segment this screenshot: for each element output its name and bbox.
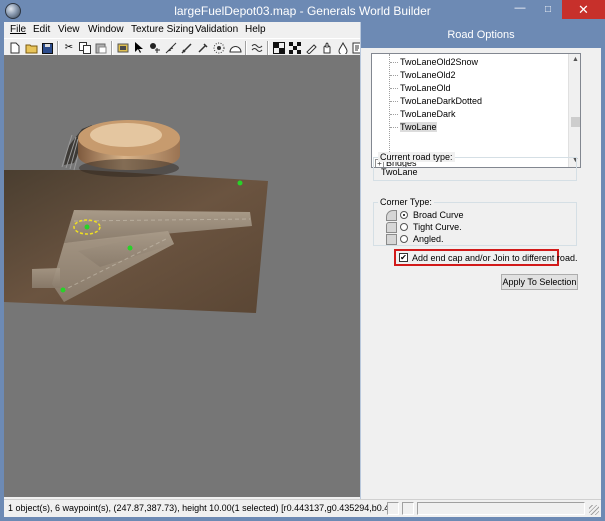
open-folder-icon[interactable]	[24, 41, 38, 55]
minimize-button[interactable]: —	[506, 0, 534, 19]
endcap-checkbox-highlight[interactable]: ✔ Add end cap and/or Join to different r…	[394, 249, 577, 266]
title-bar[interactable]: largeFuelDepot03.map - Generals World Bu…	[0, 0, 605, 22]
half-circle-tool-icon[interactable]	[228, 41, 242, 55]
tree-item-road[interactable]: TwoLaneDark	[390, 109, 456, 119]
new-file-icon[interactable]	[8, 41, 22, 55]
toolbar-separator	[57, 41, 59, 56]
main-window: largeFuelDepot03.map - Generals World Bu…	[0, 0, 605, 521]
tree-item-road[interactable]: TwoLaneDarkDotted	[390, 96, 482, 106]
brush-tool-icon[interactable]	[116, 41, 130, 55]
waypoint-tool-icon[interactable]	[148, 41, 162, 55]
paint-tool-icon[interactable]	[304, 41, 318, 55]
paste-icon[interactable]	[94, 41, 108, 55]
menu-validation[interactable]: Validation	[195, 24, 238, 35]
corner-type-group: Corner Type: Broad Curve Tight Curve. An…	[373, 197, 577, 246]
maximize-button[interactable]: □	[535, 0, 561, 19]
tree-item-road[interactable]: TwoLaneOld2Snow	[390, 57, 478, 67]
checker-tool-icon[interactable]	[272, 41, 286, 55]
copy-icon[interactable]	[78, 41, 92, 55]
waypoint-marker[interactable]	[237, 180, 243, 186]
eyedropper-tool-icon[interactable]	[196, 41, 210, 55]
waypoint-marker[interactable]	[60, 287, 66, 293]
tile-tool-icon[interactable]	[180, 41, 194, 55]
tree-guide-line	[389, 54, 390, 162]
road-type-tree[interactable]: TwoLaneOld2Snow TwoLaneOld2 TwoLaneOld T…	[371, 53, 581, 168]
waves-tool-icon[interactable]	[250, 41, 264, 55]
current-road-label: Current road type:	[378, 152, 455, 162]
resize-grip-icon[interactable]	[589, 505, 599, 515]
corner-type-label: Corner Type:	[378, 197, 434, 207]
tree-item-road[interactable]: TwoLaneOld2	[390, 70, 456, 80]
menu-help[interactable]: Help	[245, 24, 266, 35]
current-road-group: Current road type: TwoLane	[373, 152, 577, 181]
status-pane	[417, 502, 585, 515]
apply-to-selection-button[interactable]: Apply To Selection	[501, 274, 578, 290]
save-icon[interactable]	[40, 41, 54, 55]
mosaic-tool-icon[interactable]	[288, 41, 302, 55]
pointer-tool-icon[interactable]	[132, 41, 146, 55]
current-road-value: TwoLane	[381, 167, 418, 177]
tree-item-road-selected[interactable]: TwoLane	[390, 122, 437, 132]
tree-item-road[interactable]: TwoLaneOld	[390, 83, 451, 93]
tight-curve-icon	[386, 222, 397, 233]
broad-curve-icon	[386, 210, 397, 221]
menu-window[interactable]: Window	[88, 24, 124, 35]
road-spur	[32, 268, 60, 288]
scroll-up-arrow-icon[interactable]: ▲	[569, 54, 580, 66]
terrain-scene	[4, 120, 268, 313]
menu-bar: File Edit View Window Texture Sizing Val…	[4, 22, 360, 38]
drop-tool-icon[interactable]	[336, 41, 350, 55]
toolbar-separator	[267, 41, 269, 56]
fuel-tank	[61, 120, 180, 177]
status-pane	[387, 502, 399, 515]
panel-header: Road Options	[361, 22, 601, 48]
status-pane	[402, 502, 414, 515]
map-viewport[interactable]	[4, 55, 360, 497]
tree-scrollbar[interactable]: ▲ ▼	[568, 54, 580, 167]
menu-texture-sizing[interactable]: Texture Sizing	[131, 24, 194, 35]
panel-title: Road Options	[447, 29, 515, 41]
light-tool-icon[interactable]	[212, 41, 226, 55]
radio-unselected[interactable]	[400, 223, 408, 231]
menu-view[interactable]: View	[58, 24, 80, 35]
feather-tool-icon[interactable]	[164, 41, 178, 55]
close-button[interactable]: ✕	[562, 0, 605, 19]
radio-unselected[interactable]	[400, 235, 408, 243]
cut-icon[interactable]: ✂	[62, 41, 76, 55]
road-options-panel: Road Options TwoLaneOld2Snow TwoLaneOld2…	[360, 22, 601, 499]
endcap-label: Add end cap and/or Join to different roa…	[412, 253, 578, 263]
waypoint-marker[interactable]	[84, 224, 90, 230]
scroll-thumb[interactable]	[571, 117, 580, 127]
toolbar-separator	[245, 41, 247, 56]
endcap-checkbox[interactable]: ✔	[399, 253, 408, 262]
waypoint-marker[interactable]	[127, 245, 133, 251]
menu-edit[interactable]: Edit	[33, 24, 50, 35]
status-bar: 1 object(s), 6 waypoint(s), (247.87,387.…	[4, 499, 601, 517]
toolbar-separator	[111, 41, 113, 56]
hand-tool-icon[interactable]	[320, 41, 334, 55]
angled-corner-icon	[386, 234, 397, 245]
radio-selected[interactable]	[400, 211, 408, 219]
menu-file[interactable]: File	[10, 24, 26, 35]
status-text: 1 object(s), 6 waypoint(s), (247.87,387.…	[8, 503, 388, 513]
